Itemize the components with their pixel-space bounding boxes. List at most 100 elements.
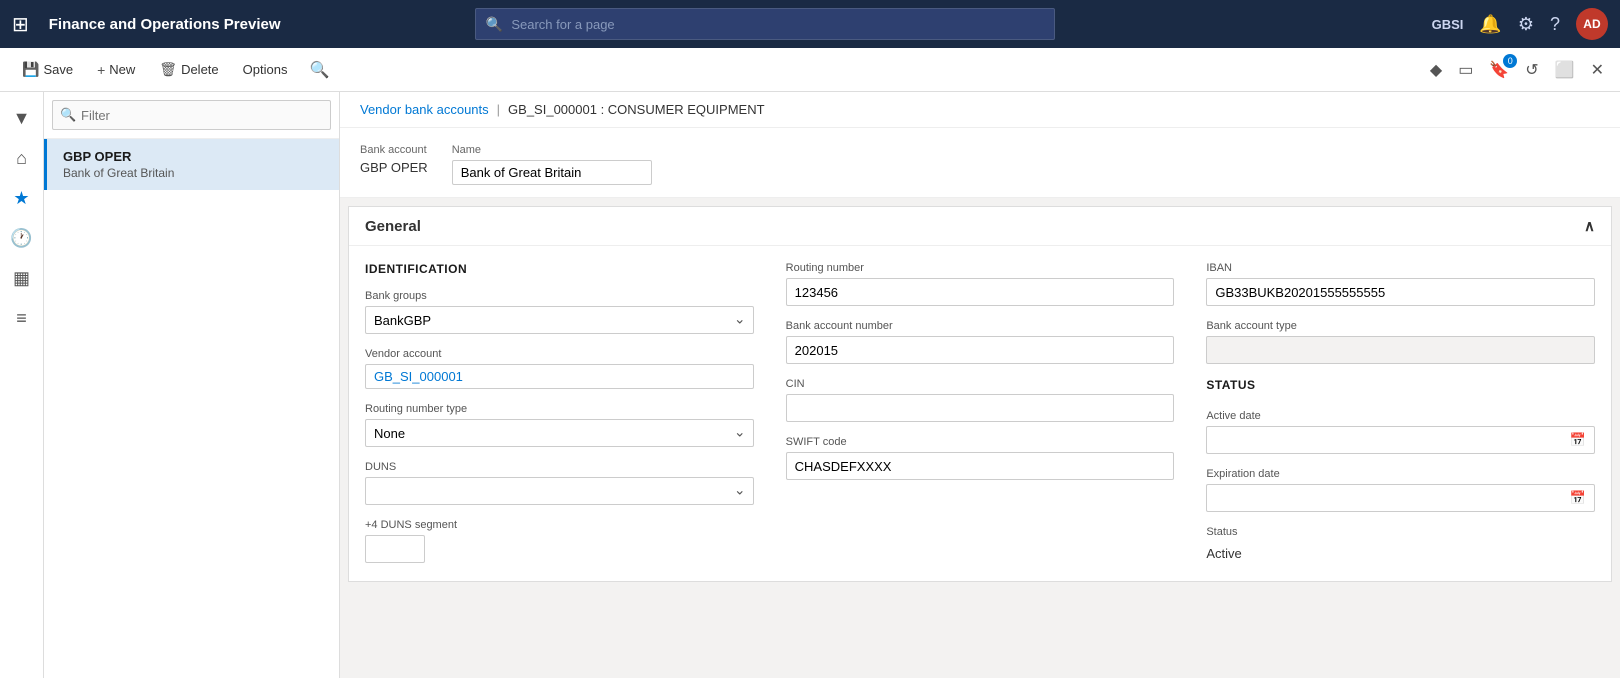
- bank-account-type-group: Bank account type: [1206, 320, 1595, 364]
- bank-account-number-label: Bank account number: [786, 320, 1175, 332]
- cin-input[interactable]: [786, 394, 1175, 422]
- cin-label: CIN: [786, 378, 1175, 390]
- user-label: GBSI: [1432, 17, 1464, 32]
- search-toolbar-icon[interactable]: 🔍: [309, 60, 329, 80]
- name-label: Name: [452, 144, 652, 156]
- delete-button[interactable]: 🗑 Delete: [149, 57, 228, 82]
- vendor-account-link[interactable]: GB_SI_000001: [365, 364, 754, 389]
- duns-select[interactable]: [365, 477, 754, 505]
- options-label: Options: [243, 62, 288, 77]
- expiration-date-calendar-icon: 📅: [1570, 490, 1586, 506]
- filter-wrapper: 🔍: [52, 100, 331, 130]
- identification-label: IDENTIFICATION: [365, 262, 754, 276]
- expand-icon[interactable]: ⬜: [1551, 56, 1579, 84]
- bank-account-number-group: Bank account number: [786, 320, 1175, 364]
- sidebar-item-star[interactable]: ★: [4, 180, 40, 216]
- bank-groups-select[interactable]: BankGBP BankUSD BankEUR: [365, 306, 754, 334]
- toolbar-right: ◆ ▭ 🔖 0 ↺ ⬜ ✕: [1426, 56, 1608, 84]
- sidebar-item-table[interactable]: ▦: [4, 260, 40, 296]
- routing-number-input[interactable]: [786, 278, 1175, 306]
- identification-col: IDENTIFICATION Bank groups BankGBP BankU…: [365, 262, 754, 565]
- section-title-general: General: [365, 218, 421, 235]
- identification-heading-group: IDENTIFICATION: [365, 262, 754, 276]
- duns-segment-group: +4 DUNS segment: [365, 519, 754, 563]
- bank-account-number-input[interactable]: [786, 336, 1175, 364]
- diamond-icon[interactable]: ◆: [1426, 56, 1446, 84]
- routing-number-type-group: Routing number type None ABA BACS: [365, 403, 754, 447]
- options-button[interactable]: Options: [233, 58, 298, 81]
- duns-segment-input[interactable]: [365, 535, 425, 563]
- swift-code-input[interactable]: [786, 452, 1175, 480]
- cin-group: CIN: [786, 378, 1175, 422]
- iban-label: IBAN: [1206, 262, 1595, 274]
- routing-col: Routing number Bank account number CIN S…: [786, 262, 1175, 565]
- routing-number-type-select-wrapper: None ABA BACS: [365, 419, 754, 447]
- badge-count: 0: [1503, 54, 1517, 68]
- active-date-calendar-icon: 📅: [1570, 432, 1586, 448]
- save-button[interactable]: 💾 Save: [12, 57, 83, 82]
- search-bar[interactable]: 🔍: [475, 8, 1055, 40]
- save-label: Save: [43, 62, 73, 77]
- active-date-group: Active date 📅: [1206, 410, 1595, 454]
- name-field-group: Name: [452, 144, 652, 185]
- panel-icon[interactable]: ▭: [1454, 56, 1477, 84]
- list-item-title: GBP OPER: [63, 149, 323, 164]
- routing-number-type-select[interactable]: None ABA BACS: [365, 419, 754, 447]
- save-icon: 💾: [22, 61, 39, 78]
- breadcrumb-separator: |: [497, 102, 500, 117]
- sidebar-item-home[interactable]: ⌂: [4, 140, 40, 176]
- active-date-input[interactable]: 📅: [1206, 426, 1595, 454]
- breadcrumb: Vendor bank accounts | GB_SI_000001 : CO…: [340, 92, 1620, 128]
- status-field-value: Active: [1206, 542, 1595, 565]
- bank-groups-group: Bank groups BankGBP BankUSD BankEUR: [365, 290, 754, 334]
- filter-input[interactable]: [52, 100, 331, 130]
- bank-account-label: Bank account: [360, 144, 428, 156]
- iban-input[interactable]: [1206, 278, 1595, 306]
- vendor-account-group: Vendor account GB_SI_000001: [365, 348, 754, 389]
- sidebar-item-list[interactable]: ≡: [4, 300, 40, 336]
- bank-account-type-input[interactable]: [1206, 336, 1595, 364]
- routing-number-type-label: Routing number type: [365, 403, 754, 415]
- settings-icon[interactable]: ⚙: [1518, 14, 1534, 35]
- grid-icon[interactable]: ⊞: [12, 12, 29, 37]
- badge-container: 🔖 0: [1485, 56, 1513, 84]
- section-body-general: IDENTIFICATION Bank groups BankGBP BankU…: [349, 246, 1611, 581]
- expiration-date-input[interactable]: 📅: [1206, 484, 1595, 512]
- duns-select-wrapper: [365, 477, 754, 505]
- general-section: General ∧ IDENTIFICATION Bank groups Ban…: [348, 206, 1612, 582]
- new-button[interactable]: + New: [87, 58, 145, 82]
- vendor-account-label: Vendor account: [365, 348, 754, 360]
- duns-group: DUNS: [365, 461, 754, 505]
- header-fields: Bank account GBP OPER Name: [340, 128, 1620, 198]
- top-nav: ⊞ Finance and Operations Preview 🔍 GBSI …: [0, 0, 1620, 48]
- section-header-general[interactable]: General ∧: [349, 207, 1611, 246]
- new-label: New: [109, 62, 135, 77]
- bank-groups-label: Bank groups: [365, 290, 754, 302]
- swift-code-group: SWIFT code: [786, 436, 1175, 480]
- routing-number-label: Routing number: [786, 262, 1175, 274]
- bank-account-field-group: Bank account GBP OPER: [360, 144, 428, 185]
- status-section-label: STATUS: [1206, 378, 1595, 392]
- avatar[interactable]: AD: [1576, 8, 1608, 40]
- duns-label: DUNS: [365, 461, 754, 473]
- refresh-icon[interactable]: ↺: [1521, 56, 1542, 84]
- name-input[interactable]: [452, 160, 652, 185]
- sidebar-item-filter[interactable]: ▼: [4, 100, 40, 136]
- expiration-date-label: Expiration date: [1206, 468, 1595, 480]
- status-field-label: Status: [1206, 526, 1595, 538]
- help-icon[interactable]: ?: [1550, 14, 1560, 35]
- list-item[interactable]: GBP OPER Bank of Great Britain: [44, 139, 339, 190]
- routing-number-group: Routing number: [786, 262, 1175, 306]
- search-input[interactable]: [511, 17, 1044, 32]
- close-icon[interactable]: ✕: [1587, 56, 1608, 84]
- delete-label: Delete: [181, 62, 219, 77]
- sidebar-item-clock[interactable]: 🕐: [4, 220, 40, 256]
- status-field-group: Status Active: [1206, 526, 1595, 565]
- breadcrumb-current: GB_SI_000001 : CONSUMER EQUIPMENT: [508, 102, 764, 117]
- expiration-date-group: Expiration date 📅: [1206, 468, 1595, 512]
- toolbar: 💾 Save + New 🗑 Delete Options 🔍 ◆ ▭ 🔖 0 …: [0, 48, 1620, 92]
- new-icon: +: [97, 62, 105, 78]
- bell-icon[interactable]: 🔔: [1479, 14, 1501, 35]
- breadcrumb-parent[interactable]: Vendor bank accounts: [360, 102, 489, 117]
- bank-groups-select-wrapper: BankGBP BankUSD BankEUR: [365, 306, 754, 334]
